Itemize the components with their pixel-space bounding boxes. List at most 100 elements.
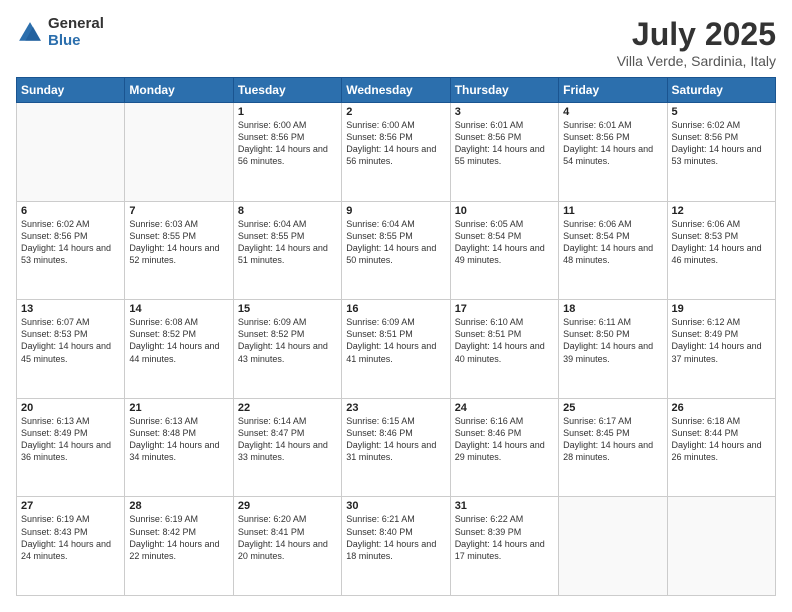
calendar-cell: 23Sunrise: 6:15 AM Sunset: 8:46 PM Dayli…	[342, 398, 450, 497]
day-info: Sunrise: 6:13 AM Sunset: 8:48 PM Dayligh…	[129, 415, 228, 464]
day-info: Sunrise: 6:09 AM Sunset: 8:52 PM Dayligh…	[238, 316, 337, 365]
day-info: Sunrise: 6:07 AM Sunset: 8:53 PM Dayligh…	[21, 316, 120, 365]
day-info: Sunrise: 6:21 AM Sunset: 8:40 PM Dayligh…	[346, 513, 445, 562]
day-number: 31	[455, 500, 554, 512]
day-info: Sunrise: 6:06 AM Sunset: 8:54 PM Dayligh…	[563, 218, 662, 267]
day-number: 12	[672, 205, 771, 217]
day-number: 30	[346, 500, 445, 512]
logo: General Blue	[16, 16, 104, 49]
calendar-week-row: 13Sunrise: 6:07 AM Sunset: 8:53 PM Dayli…	[17, 300, 776, 399]
subtitle: Villa Verde, Sardinia, Italy	[617, 53, 776, 69]
calendar-table: SundayMondayTuesdayWednesdayThursdayFrid…	[16, 77, 776, 596]
day-number: 5	[672, 106, 771, 118]
day-number: 19	[672, 303, 771, 315]
day-number: 4	[563, 106, 662, 118]
day-info: Sunrise: 6:08 AM Sunset: 8:52 PM Dayligh…	[129, 316, 228, 365]
calendar-cell: 10Sunrise: 6:05 AM Sunset: 8:54 PM Dayli…	[450, 201, 558, 300]
calendar-cell: 5Sunrise: 6:02 AM Sunset: 8:56 PM Daylig…	[667, 103, 775, 202]
day-info: Sunrise: 6:19 AM Sunset: 8:43 PM Dayligh…	[21, 513, 120, 562]
calendar-cell: 2Sunrise: 6:00 AM Sunset: 8:56 PM Daylig…	[342, 103, 450, 202]
day-number: 6	[21, 205, 120, 217]
day-info: Sunrise: 6:00 AM Sunset: 8:56 PM Dayligh…	[346, 119, 445, 168]
calendar-week-row: 6Sunrise: 6:02 AM Sunset: 8:56 PM Daylig…	[17, 201, 776, 300]
calendar-cell: 4Sunrise: 6:01 AM Sunset: 8:56 PM Daylig…	[559, 103, 667, 202]
day-number: 10	[455, 205, 554, 217]
calendar-cell: 30Sunrise: 6:21 AM Sunset: 8:40 PM Dayli…	[342, 497, 450, 596]
day-number: 17	[455, 303, 554, 315]
day-number: 3	[455, 106, 554, 118]
calendar-cell: 18Sunrise: 6:11 AM Sunset: 8:50 PM Dayli…	[559, 300, 667, 399]
calendar-week-row: 27Sunrise: 6:19 AM Sunset: 8:43 PM Dayli…	[17, 497, 776, 596]
day-info: Sunrise: 6:13 AM Sunset: 8:49 PM Dayligh…	[21, 415, 120, 464]
header: General Blue July 2025 Villa Verde, Sard…	[16, 16, 776, 69]
day-number: 1	[238, 106, 337, 118]
main-title: July 2025	[617, 16, 776, 53]
day-info: Sunrise: 6:01 AM Sunset: 8:56 PM Dayligh…	[455, 119, 554, 168]
calendar-week-row: 20Sunrise: 6:13 AM Sunset: 8:49 PM Dayli…	[17, 398, 776, 497]
day-info: Sunrise: 6:05 AM Sunset: 8:54 PM Dayligh…	[455, 218, 554, 267]
day-number: 21	[129, 402, 228, 414]
calendar-cell: 19Sunrise: 6:12 AM Sunset: 8:49 PM Dayli…	[667, 300, 775, 399]
day-info: Sunrise: 6:17 AM Sunset: 8:45 PM Dayligh…	[563, 415, 662, 464]
calendar-cell	[17, 103, 125, 202]
day-info: Sunrise: 6:15 AM Sunset: 8:46 PM Dayligh…	[346, 415, 445, 464]
logo-text: General Blue	[48, 16, 104, 49]
calendar-cell: 11Sunrise: 6:06 AM Sunset: 8:54 PM Dayli…	[559, 201, 667, 300]
day-number: 11	[563, 205, 662, 217]
day-number: 8	[238, 205, 337, 217]
day-info: Sunrise: 6:04 AM Sunset: 8:55 PM Dayligh…	[346, 218, 445, 267]
day-info: Sunrise: 6:00 AM Sunset: 8:56 PM Dayligh…	[238, 119, 337, 168]
calendar-cell: 21Sunrise: 6:13 AM Sunset: 8:48 PM Dayli…	[125, 398, 233, 497]
day-number: 27	[21, 500, 120, 512]
day-info: Sunrise: 6:02 AM Sunset: 8:56 PM Dayligh…	[21, 218, 120, 267]
day-info: Sunrise: 6:16 AM Sunset: 8:46 PM Dayligh…	[455, 415, 554, 464]
calendar-header-row: SundayMondayTuesdayWednesdayThursdayFrid…	[17, 78, 776, 103]
calendar-cell: 20Sunrise: 6:13 AM Sunset: 8:49 PM Dayli…	[17, 398, 125, 497]
day-number: 2	[346, 106, 445, 118]
day-number: 7	[129, 205, 228, 217]
calendar-cell: 13Sunrise: 6:07 AM Sunset: 8:53 PM Dayli…	[17, 300, 125, 399]
calendar-cell	[559, 497, 667, 596]
calendar-week-row: 1Sunrise: 6:00 AM Sunset: 8:56 PM Daylig…	[17, 103, 776, 202]
logo-icon	[16, 19, 44, 47]
calendar-cell: 1Sunrise: 6:00 AM Sunset: 8:56 PM Daylig…	[233, 103, 341, 202]
calendar-header-day: Friday	[559, 78, 667, 103]
day-number: 9	[346, 205, 445, 217]
day-number: 24	[455, 402, 554, 414]
calendar-cell: 17Sunrise: 6:10 AM Sunset: 8:51 PM Dayli…	[450, 300, 558, 399]
calendar-cell: 6Sunrise: 6:02 AM Sunset: 8:56 PM Daylig…	[17, 201, 125, 300]
calendar-cell: 12Sunrise: 6:06 AM Sunset: 8:53 PM Dayli…	[667, 201, 775, 300]
day-info: Sunrise: 6:03 AM Sunset: 8:55 PM Dayligh…	[129, 218, 228, 267]
day-info: Sunrise: 6:06 AM Sunset: 8:53 PM Dayligh…	[672, 218, 771, 267]
calendar-cell: 14Sunrise: 6:08 AM Sunset: 8:52 PM Dayli…	[125, 300, 233, 399]
title-block: July 2025 Villa Verde, Sardinia, Italy	[617, 16, 776, 69]
calendar-header-day: Tuesday	[233, 78, 341, 103]
calendar-cell: 7Sunrise: 6:03 AM Sunset: 8:55 PM Daylig…	[125, 201, 233, 300]
day-number: 15	[238, 303, 337, 315]
day-info: Sunrise: 6:10 AM Sunset: 8:51 PM Dayligh…	[455, 316, 554, 365]
logo-blue: Blue	[48, 33, 104, 50]
day-info: Sunrise: 6:14 AM Sunset: 8:47 PM Dayligh…	[238, 415, 337, 464]
day-info: Sunrise: 6:22 AM Sunset: 8:39 PM Dayligh…	[455, 513, 554, 562]
calendar-cell	[125, 103, 233, 202]
day-info: Sunrise: 6:04 AM Sunset: 8:55 PM Dayligh…	[238, 218, 337, 267]
calendar-cell: 16Sunrise: 6:09 AM Sunset: 8:51 PM Dayli…	[342, 300, 450, 399]
calendar-cell: 15Sunrise: 6:09 AM Sunset: 8:52 PM Dayli…	[233, 300, 341, 399]
day-number: 29	[238, 500, 337, 512]
calendar-cell: 28Sunrise: 6:19 AM Sunset: 8:42 PM Dayli…	[125, 497, 233, 596]
calendar-cell: 25Sunrise: 6:17 AM Sunset: 8:45 PM Dayli…	[559, 398, 667, 497]
day-number: 14	[129, 303, 228, 315]
calendar-cell: 26Sunrise: 6:18 AM Sunset: 8:44 PM Dayli…	[667, 398, 775, 497]
day-info: Sunrise: 6:20 AM Sunset: 8:41 PM Dayligh…	[238, 513, 337, 562]
calendar-header-day: Saturday	[667, 78, 775, 103]
calendar-header-day: Sunday	[17, 78, 125, 103]
calendar-cell: 8Sunrise: 6:04 AM Sunset: 8:55 PM Daylig…	[233, 201, 341, 300]
calendar-cell: 24Sunrise: 6:16 AM Sunset: 8:46 PM Dayli…	[450, 398, 558, 497]
day-info: Sunrise: 6:12 AM Sunset: 8:49 PM Dayligh…	[672, 316, 771, 365]
calendar-cell	[667, 497, 775, 596]
day-number: 20	[21, 402, 120, 414]
calendar-cell: 3Sunrise: 6:01 AM Sunset: 8:56 PM Daylig…	[450, 103, 558, 202]
day-info: Sunrise: 6:02 AM Sunset: 8:56 PM Dayligh…	[672, 119, 771, 168]
day-number: 18	[563, 303, 662, 315]
day-number: 13	[21, 303, 120, 315]
